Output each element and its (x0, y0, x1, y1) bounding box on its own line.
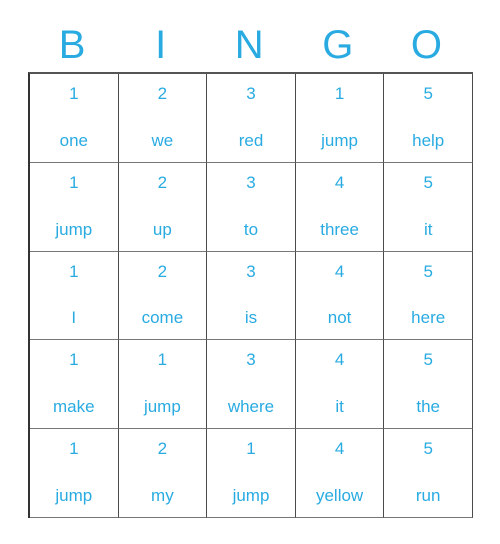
cell-word: yellow (315, 485, 364, 505)
cell-number: 3 (246, 261, 256, 281)
cell-number: 1 (69, 84, 79, 103)
bingo-header-letter-b: B (58, 23, 86, 67)
cell-number: 2 (157, 261, 168, 281)
cell-number: 5 (423, 350, 433, 370)
bingo-cell[interactable]: 2 we (118, 74, 208, 163)
cell-number: 4 (334, 439, 345, 459)
bingo-header-row: B I N G O (28, 18, 471, 72)
cell-word: jump (55, 219, 93, 239)
bingo-cell[interactable]: 1 one (30, 74, 119, 163)
cell-word: it (423, 219, 433, 239)
bingo-cell[interactable]: 5 run (384, 429, 473, 518)
bingo-cell[interactable]: 2 up (118, 162, 208, 252)
cell-number: 2 (157, 439, 168, 459)
bingo-cell[interactable]: 2 my (118, 429, 208, 518)
cell-number: 4 (334, 350, 345, 370)
cell-word: not (327, 308, 352, 328)
cell-word: my (151, 485, 174, 505)
cell-number: 1 (246, 439, 256, 459)
bingo-card: B I N G O 1 one 2 we 3 red 1 jump 5 help… (28, 18, 473, 518)
cell-number: 5 (423, 439, 433, 459)
cell-number: 5 (423, 84, 433, 103)
bingo-cell[interactable]: 5 here (384, 251, 473, 341)
cell-word: where (227, 397, 275, 417)
cell-word: red (238, 130, 264, 150)
cell-word: help (412, 130, 445, 150)
bingo-cell[interactable]: 1 I (30, 251, 119, 341)
cell-word: run (415, 485, 441, 505)
cell-word: here (411, 308, 446, 328)
bingo-cell[interactable]: 4 it (295, 340, 385, 430)
cell-word: come (141, 308, 184, 328)
bingo-cell[interactable]: 1 jump (118, 340, 208, 430)
cell-word: three (320, 219, 359, 239)
bingo-cell[interactable]: 5 it (384, 162, 473, 252)
cell-word: the (416, 397, 440, 417)
cell-word: I (71, 308, 77, 328)
cell-number: 1 (69, 261, 79, 281)
bingo-cell[interactable]: 4 three (295, 162, 385, 252)
cell-number: 1 (69, 439, 79, 459)
bingo-header-letter-i: I (155, 23, 167, 67)
cell-word: jump (55, 485, 93, 505)
cell-number: 4 (334, 261, 345, 281)
cell-number: 3 (246, 350, 256, 370)
bingo-cell[interactable]: 1 jump (207, 429, 296, 518)
bingo-cell[interactable]: 5 help (384, 74, 473, 163)
bingo-header-letter-o: O (410, 23, 443, 67)
cell-number: 3 (246, 84, 256, 103)
cell-number: 3 (246, 172, 256, 192)
cell-number: 5 (423, 172, 433, 192)
cell-word: we (151, 130, 174, 150)
cell-number: 1 (334, 84, 345, 103)
bingo-cell[interactable]: 2 come (118, 251, 208, 341)
bingo-cell[interactable]: 3 red (207, 74, 296, 163)
bingo-cell[interactable]: 3 is (207, 251, 296, 341)
cell-number: 1 (157, 350, 168, 370)
bingo-header-letter-g: G (322, 23, 354, 67)
bingo-cell[interactable]: 1 make (30, 340, 119, 430)
bingo-cell[interactable]: 1 jump (30, 162, 119, 252)
cell-number: 2 (157, 172, 168, 192)
bingo-cell[interactable]: 4 not (295, 251, 385, 341)
cell-number: 2 (157, 84, 168, 103)
bingo-header-letter-n: N (234, 23, 265, 67)
cell-number: 1 (69, 350, 79, 370)
bingo-cell[interactable]: 1 jump (30, 429, 119, 518)
bingo-cell[interactable]: 3 where (207, 340, 296, 430)
bingo-grid: 1 one 2 we 3 red 1 jump 5 help 1 jump 2 … (28, 72, 473, 518)
cell-word: make (53, 397, 95, 417)
cell-number: 4 (334, 172, 345, 192)
bingo-cell[interactable]: 5 the (384, 340, 473, 430)
cell-word: jump (143, 397, 181, 417)
bingo-cell[interactable]: 1 jump (295, 74, 385, 163)
bingo-cell[interactable]: 4 yellow (295, 429, 385, 518)
cell-word: it (335, 397, 344, 417)
cell-word: jump (321, 130, 359, 150)
cell-word: up (152, 219, 172, 239)
bingo-cell[interactable]: 3 to (207, 162, 296, 252)
cell-number: 1 (69, 172, 79, 192)
cell-word: jump (232, 485, 270, 505)
cell-word: to (243, 219, 259, 239)
cell-word: one (59, 130, 88, 150)
cell-word: is (244, 308, 258, 328)
cell-number: 5 (423, 261, 433, 281)
